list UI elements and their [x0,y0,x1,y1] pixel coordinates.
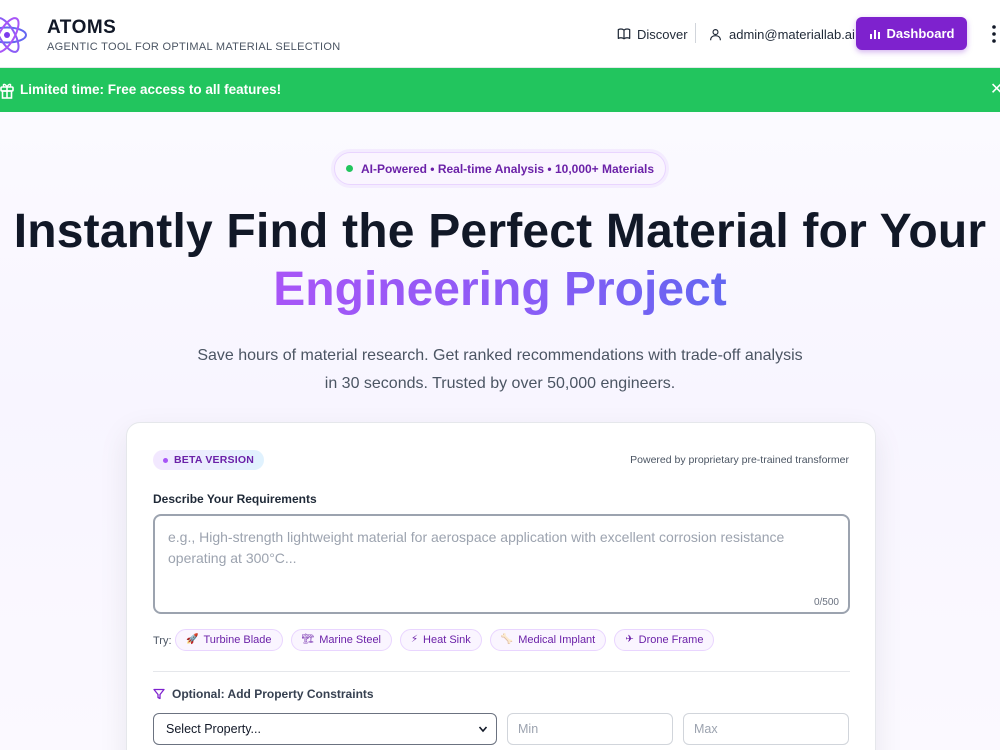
example-chip-marine-steel[interactable]: 🏗 Marine Steel [290,629,393,651]
chip-label: Heat Sink [423,634,471,646]
beta-badge: BETA VERSION [153,450,264,470]
chip-label: Medical Implant [518,634,596,646]
brand-name[interactable]: ATOMS [47,17,116,39]
user-icon [710,28,721,40]
search-card: BETA VERSION Powered by proprietary pre-… [126,422,876,750]
user-account[interactable]: admin@materiallab.ai [709,24,855,44]
bone-icon: 🦴 [500,634,514,645]
user-email: admin@materiallab.ai [729,26,855,42]
example-chip-heat-sink[interactable]: ⚡ Heat Sink [400,629,482,651]
property-select-value: Select Property... [166,722,261,736]
filter-icon [153,688,165,700]
property-select[interactable]: Select Property... [153,713,497,745]
example-chips: 🚀 Turbine Blade 🏗 Marine Steel ⚡ Heat Si… [175,629,715,651]
requirements-label: Describe Your Requirements [153,492,317,506]
close-icon[interactable]: ✕ [990,81,1000,99]
brand-tagline: AGENTIC TOOL FOR OPTIMAL MATERIAL SELECT… [47,41,341,53]
character-count: 0/500 [813,597,839,608]
powered-by-text: Powered by proprietary pre-trained trans… [630,454,849,466]
chip-label: Turbine Blade [203,634,272,646]
status-dot-icon [345,165,353,172]
promo-banner: Limited time: Free access to all feature… [0,68,1000,112]
bar-chart-icon [869,29,880,39]
headline-line-2: Engineering Project [0,262,1000,317]
chip-label: Marine Steel [319,634,382,646]
chip-label: Drone Frame [638,634,704,646]
dashboard-button[interactable]: Dashboard [856,17,967,50]
discover-label: Discover [637,26,688,42]
construction-icon: 🏗 [301,634,315,645]
discover-link[interactable]: Discover [617,24,688,44]
airplane-icon: ✈ [625,634,634,645]
try-label: Try: [153,635,172,647]
subheadline-line-2: in 30 seconds. Trusted by over 50,000 en… [324,375,676,392]
feature-pill-text: AI-Powered • Real-time Analysis • 10,000… [360,161,655,176]
example-chip-drone-frame[interactable]: ✈ Drone Frame [614,629,715,651]
nav-divider [695,23,696,43]
subheadline: Save hours of material research. Get ran… [170,342,830,398]
max-value-input[interactable]: Max [683,713,849,745]
constraints-toggle[interactable]: Optional: Add Property Constraints [153,687,374,701]
gift-icon [0,83,14,99]
beta-label: BETA VERSION [174,454,254,466]
feature-pill: AI-Powered • Real-time Analysis • 10,000… [334,152,666,185]
beta-dot-icon [163,457,168,463]
min-value-input[interactable]: Min [507,713,673,745]
book-icon [617,28,631,40]
headline-line-1: Instantly Find the Perfect Material for … [13,205,987,258]
requirements-textarea[interactable]: e.g., High-strength lightweight material… [153,514,850,614]
example-chip-turbine-blade[interactable]: 🚀 Turbine Blade [175,629,283,651]
top-header: ATOMS AGENTIC TOOL FOR OPTIMAL MATERIAL … [0,0,1000,68]
subheadline-line-1: Save hours of material research. Get ran… [197,347,803,364]
constraints-label: Optional: Add Property Constraints [172,687,374,701]
hero-section: AI-Powered • Real-time Analysis • 10,000… [0,112,1000,750]
chevron-down-icon [478,726,488,733]
dashboard-label: Dashboard [886,26,955,41]
headline-highlight: Engineering Project [273,263,727,316]
promo-text: Limited time: Free access to all feature… [20,82,282,97]
lightning-icon: ⚡ [411,634,419,645]
atom-logo-icon[interactable] [0,14,28,56]
more-menu-icon[interactable] [988,23,1000,45]
example-chip-medical-implant[interactable]: 🦴 Medical Implant [489,629,607,651]
rocket-icon: 🚀 [186,634,199,645]
card-divider [153,671,850,672]
